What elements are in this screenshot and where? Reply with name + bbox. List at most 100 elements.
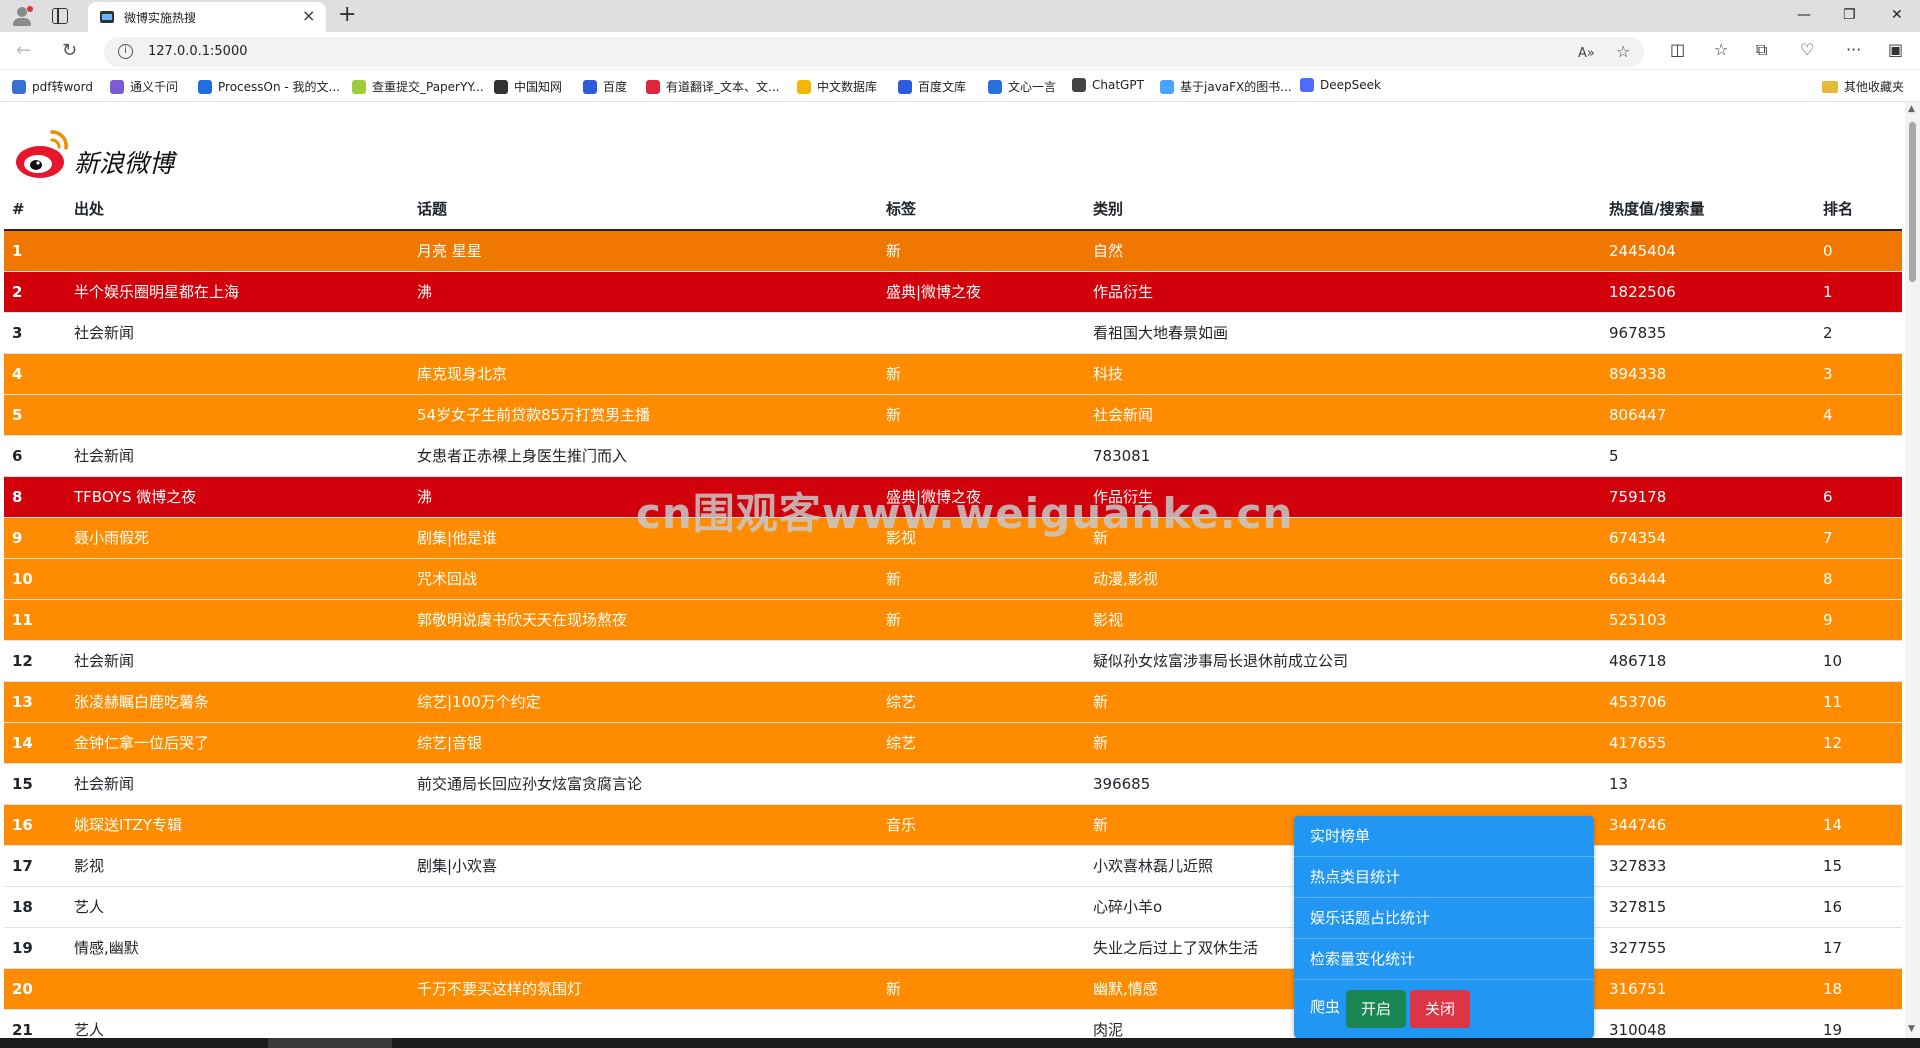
menu-item-category-stats[interactable]: 热点类目统计: [1294, 857, 1594, 898]
cell-rank: 8: [1815, 557, 1902, 599]
cell-topic: 女患者正赤裸上身医生推门而入: [409, 434, 878, 476]
cell-heat: 525103: [1601, 598, 1815, 640]
profile-icon[interactable]: [12, 6, 33, 26]
tab-close-icon[interactable]: ×: [302, 7, 315, 25]
cell-heat: 759178: [1601, 475, 1815, 517]
sidebar-icon[interactable]: ▣: [1888, 40, 1903, 60]
cell-topic: 54岁女子生前贷款85万打赏男主播: [409, 393, 878, 435]
bookmark-favicon-icon: [494, 79, 508, 94]
cell-index: 19: [4, 926, 66, 968]
cell-heat: 486718: [1601, 639, 1815, 681]
site-info-icon[interactable]: i: [118, 44, 133, 59]
cell-source: 社会新闻: [66, 434, 409, 476]
table-row: 11 郭敬明说虞书欣天天在现场熬夜新影视 525103 9: [4, 598, 1902, 640]
cell-heat: 453706: [1601, 680, 1815, 722]
cell-heat: 327815: [1601, 885, 1815, 927]
cell-category: 疑似孙女炫富涉事局长退休前成立公司: [1085, 639, 1601, 681]
cell-rank: 6: [1815, 475, 1902, 517]
cell-rank: 19: [1815, 1008, 1902, 1038]
back-icon[interactable]: ←: [16, 40, 31, 62]
bookmark-label: 百度文库: [918, 80, 967, 94]
bookmark-favicon-icon: [583, 79, 597, 94]
bookmark-item[interactable]: ChatGPT: [1072, 78, 1144, 92]
new-tab-button[interactable]: +: [338, 2, 356, 28]
close-window-icon[interactable]: ✕: [1891, 4, 1903, 26]
bookmark-favicon-icon: [110, 79, 124, 94]
collections-icon[interactable]: ⧉: [1756, 40, 1767, 60]
cell-category: 看祖国大地春景如画: [1085, 311, 1601, 353]
bookmark-item[interactable]: 中文数据库: [797, 78, 877, 95]
bookmark-item[interactable]: 通义千问: [110, 78, 178, 95]
scroll-down-icon[interactable]: ▼: [1908, 1024, 1915, 1034]
header-category: 类别: [1085, 188, 1601, 231]
bookmark-item[interactable]: 百度文库: [898, 78, 966, 95]
cell-topic: [409, 639, 878, 681]
bookmark-label: 百度: [603, 80, 628, 94]
menu-item-realtime[interactable]: 实时榜单: [1294, 816, 1594, 857]
page-scrollbar[interactable]: ▲ ▼: [1905, 102, 1920, 1038]
bookmark-favicon-icon: [797, 79, 811, 94]
browser-tab[interactable]: 微博实施热搜 ×: [88, 2, 326, 32]
cell-rank: 2: [1815, 311, 1902, 353]
header-index: #: [4, 188, 66, 231]
bookmark-item[interactable]: 基于javaFX的图书...: [1160, 78, 1292, 95]
header-heat: 热度值/搜索量: [1601, 188, 1815, 231]
scroll-up-icon[interactable]: ▲: [1908, 104, 1915, 114]
table-row: 4 库克现身北京新科技 894338 3: [4, 352, 1902, 394]
table-row: 12 社会新闻 疑似孙女炫富涉事局长退休前成立公司 486718 10: [4, 639, 1902, 681]
tab-actions-icon[interactable]: [52, 8, 68, 24]
bookmark-item[interactable]: 百度: [583, 78, 627, 95]
url-text[interactable]: 127.0.0.1:5000: [148, 44, 248, 59]
crawler-start-button[interactable]: 开启: [1346, 990, 1406, 1028]
bookmark-favicon-icon: [898, 79, 912, 94]
cell-topic: 库克现身北京: [409, 352, 878, 394]
cell-tag: 综艺: [878, 680, 1085, 722]
table-row: 10 咒术回战新动漫,影视 663444 8: [4, 557, 1902, 599]
taskbar-active-item[interactable]: [268, 1038, 392, 1048]
bookmark-item[interactable]: 中国知网: [494, 78, 562, 95]
favorites-icon[interactable]: ☆: [1714, 40, 1728, 60]
title-bar: 微博实施热搜 × + — ❐ ✕: [0, 0, 1920, 32]
other-bookmarks-label: 其他收藏夹: [1844, 80, 1905, 94]
cell-category: 783081: [1085, 434, 1601, 476]
browser-essentials-icon[interactable]: ♡: [1800, 40, 1814, 60]
refresh-icon[interactable]: ↻: [62, 40, 77, 62]
bookmark-favicon-icon: [1072, 78, 1086, 92]
scroll-thumb[interactable]: [1909, 122, 1916, 282]
more-icon[interactable]: ···: [1846, 40, 1861, 60]
menu-item-search-trend[interactable]: 检索量变化统计: [1294, 939, 1594, 980]
floating-menu: 实时榜单 热点类目统计 娱乐话题占比统计 检索量变化统计 爬虫 开启 关闭: [1294, 816, 1594, 1038]
crawler-stop-button[interactable]: 关闭: [1410, 990, 1470, 1028]
cell-index: 21: [4, 1008, 66, 1038]
bookmark-item[interactable]: ProcessOn - 我的文...: [198, 78, 340, 95]
header-topic: 话题: [409, 188, 878, 231]
cell-rank: 11: [1815, 680, 1902, 722]
minimize-icon[interactable]: —: [1797, 4, 1811, 26]
cell-topic: 沸: [409, 270, 878, 312]
cell-heat: 327833: [1601, 844, 1815, 886]
bookmark-item[interactable]: 查重提交_PaperYY...: [352, 78, 484, 95]
bookmark-item[interactable]: DeepSeek: [1300, 78, 1381, 92]
other-bookmarks-folder[interactable]: 其他收藏夹: [1822, 78, 1904, 95]
read-aloud-icon[interactable]: A»: [1578, 44, 1595, 64]
restore-icon[interactable]: ❐: [1843, 4, 1856, 26]
cell-rank: 14: [1815, 803, 1902, 845]
menu-item-entertainment-share[interactable]: 娱乐话题占比统计: [1294, 898, 1594, 939]
header-rank: 排名: [1815, 188, 1902, 231]
bookmark-item[interactable]: 文心一言: [988, 78, 1056, 95]
cell-tag: 盛典|微博之夜: [878, 270, 1085, 312]
cell-index: 10: [4, 557, 66, 599]
favorite-star-icon[interactable]: ☆: [1616, 42, 1630, 62]
cell-topic: 综艺|音银: [409, 721, 878, 763]
url-box[interactable]: i 127.0.0.1:5000 A» ☆: [104, 37, 1644, 67]
cell-tag: 新: [878, 967, 1085, 1009]
cell-index: 5: [4, 393, 66, 435]
cell-source: 金钟仁拿一位后哭了: [66, 721, 409, 763]
cell-source: 张凌赫瞩白鹿吃薯条: [66, 680, 409, 722]
bookmark-item[interactable]: 有道翻译_文本、文...: [646, 78, 779, 95]
bookmark-item[interactable]: pdf转word: [12, 78, 93, 95]
table-row: 1 月亮 星星新自然 2445404 0: [4, 229, 1902, 271]
split-screen-icon[interactable]: ◫: [1670, 40, 1685, 60]
cell-heat: 5: [1601, 434, 1815, 476]
cell-category: 影视: [1085, 598, 1601, 640]
